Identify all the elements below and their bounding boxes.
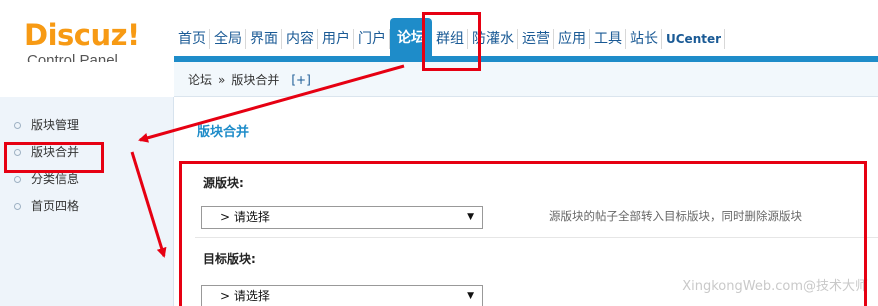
nav-item-home[interactable]: 首页 (174, 24, 210, 56)
nav-item-apps[interactable]: 应用 (554, 24, 590, 56)
sidebar-header (0, 62, 174, 97)
nav-item-content[interactable]: 内容 (282, 24, 318, 56)
nav-item-global[interactable]: 全局 (210, 24, 246, 56)
sidebar-item-home-grid[interactable]: 首页四格 (14, 196, 79, 216)
breadcrumb-page: 版块合并 (231, 73, 280, 87)
annotation-box-form (179, 161, 867, 306)
sidebar-item-forum-manage[interactable]: 版块管理 (14, 115, 79, 135)
sidebar: 版块管理 版块合并 分类信息 首页四格 (0, 97, 174, 306)
annotation-box-forum-tab (422, 12, 481, 71)
page-title: 版块合并 (197, 125, 250, 140)
nav-item-users[interactable]: 用户 (318, 24, 354, 56)
annotation-box-merge-item (4, 142, 104, 173)
circle-bullet-icon (14, 121, 21, 129)
nav-item-portal[interactable]: 门户 (354, 24, 390, 56)
logo-wordmark: Discuz! (24, 18, 140, 52)
nav-item-admin[interactable]: 站长 (626, 24, 662, 56)
nav-item-tools[interactable]: 工具 (590, 24, 626, 56)
breadcrumb-separator: » (218, 73, 226, 87)
breadcrumb-add-shortcut[interactable]: [+] (291, 62, 310, 96)
nav-item-style[interactable]: 界面 (246, 24, 282, 56)
nav-item-ucenter[interactable]: UCenter (662, 24, 726, 56)
circle-bullet-icon (14, 175, 21, 183)
sidebar-item-label: 首页四格 (31, 199, 80, 213)
nav-item-operations[interactable]: 运营 (518, 24, 554, 56)
sidebar-item-label: 版块管理 (31, 118, 80, 132)
circle-bullet-icon (14, 202, 21, 210)
breadcrumb: 论坛 » 版块合并 [+] (174, 62, 878, 97)
breadcrumb-section[interactable]: 论坛 (188, 62, 212, 96)
